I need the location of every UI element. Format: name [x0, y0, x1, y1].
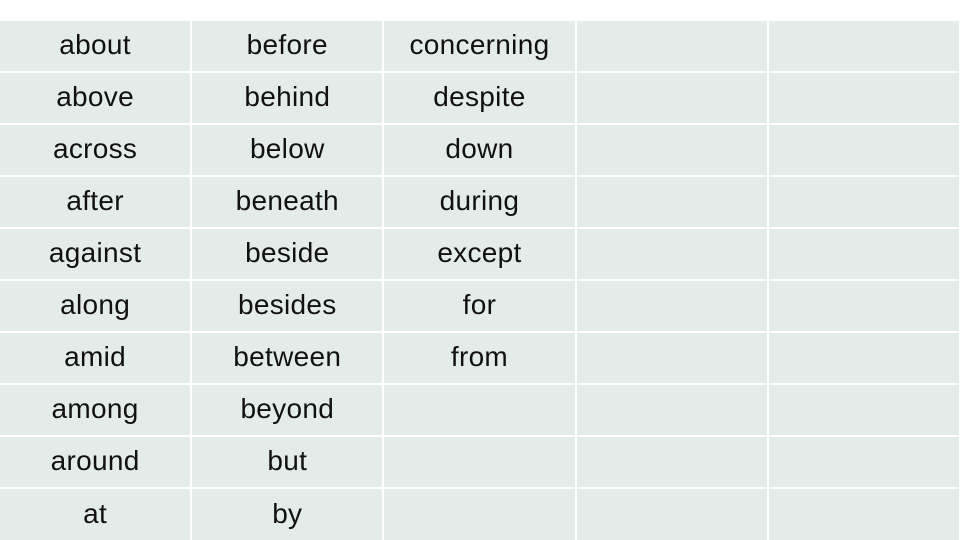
table-cell [768, 437, 960, 489]
table-row: after beneath during [0, 177, 960, 229]
preposition-word-table: about before concerning above behind des… [0, 21, 960, 540]
table-cell: above [0, 73, 193, 125]
table-cell: from [384, 333, 577, 385]
table-cell [576, 177, 769, 229]
table-cell: by [192, 489, 385, 540]
table-row: at by [0, 489, 960, 540]
table-cell [576, 281, 769, 333]
table-row: along besides for [0, 281, 960, 333]
table-cell [384, 385, 577, 437]
table-row: about before concerning [0, 21, 960, 73]
table-cell: across [0, 125, 193, 177]
table-cell: below [192, 125, 385, 177]
table-cell [576, 385, 769, 437]
table-cell: for [384, 281, 577, 333]
table-cell [768, 229, 960, 281]
table-cell [768, 281, 960, 333]
table-cell: after [0, 177, 193, 229]
table-cell [576, 333, 769, 385]
table-cell: behind [192, 73, 385, 125]
table-row: amid between from [0, 333, 960, 385]
table-cell [768, 125, 960, 177]
table-row: across below down [0, 125, 960, 177]
table-cell: despite [384, 73, 577, 125]
table-cell [576, 437, 769, 489]
table-cell: against [0, 229, 193, 281]
table-cell [768, 333, 960, 385]
table-row: above behind despite [0, 73, 960, 125]
table-cell: during [384, 177, 577, 229]
table-cell: beyond [192, 385, 385, 437]
table-cell [576, 73, 769, 125]
table-cell [768, 73, 960, 125]
table-cell [768, 385, 960, 437]
table-row: against beside except [0, 229, 960, 281]
table-cell: along [0, 281, 193, 333]
table-cell [576, 229, 769, 281]
table-cell: concerning [384, 21, 577, 73]
table-cell [384, 489, 577, 540]
table-cell [576, 125, 769, 177]
table-cell: except [384, 229, 577, 281]
table-cell: about [0, 21, 193, 73]
table-cell: down [384, 125, 577, 177]
table-cell: besides [192, 281, 385, 333]
table-cell [768, 489, 960, 540]
table-cell [384, 437, 577, 489]
table-cell [576, 489, 769, 540]
table-cell: around [0, 437, 193, 489]
table-cell: among [0, 385, 193, 437]
table-cell: but [192, 437, 385, 489]
table-cell: beside [192, 229, 385, 281]
table-cell: amid [0, 333, 193, 385]
table-row: among beyond [0, 385, 960, 437]
table-cell: beneath [192, 177, 385, 229]
table-cell: at [0, 489, 193, 540]
table-cell [768, 177, 960, 229]
table-cell: before [192, 21, 385, 73]
table-row: around but [0, 437, 960, 489]
table-cell [576, 21, 769, 73]
table-cell [768, 21, 960, 73]
table-cell: between [192, 333, 385, 385]
